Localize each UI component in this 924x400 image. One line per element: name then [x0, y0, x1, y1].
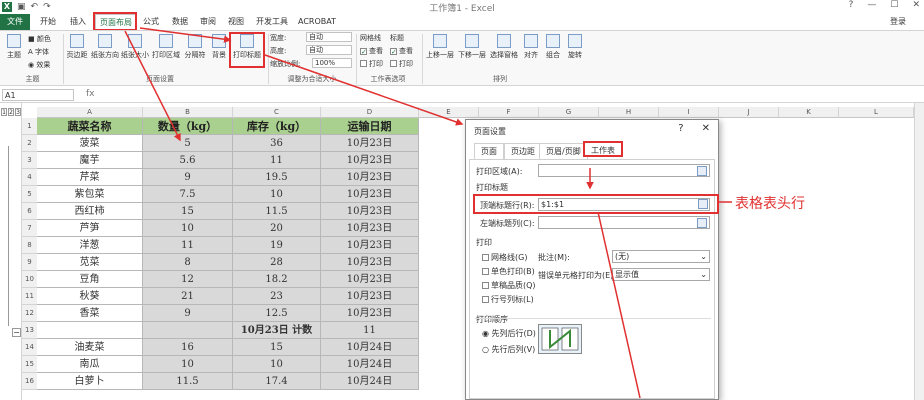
annotation-label: 表格表头行: [735, 196, 805, 212]
arrow-tab-to-table: [124, 30, 181, 142]
arrow-to-dialog: [264, 54, 464, 126]
arrow-down-line: [597, 211, 641, 399]
arrow-tab-to-print-titles: [139, 27, 232, 43]
